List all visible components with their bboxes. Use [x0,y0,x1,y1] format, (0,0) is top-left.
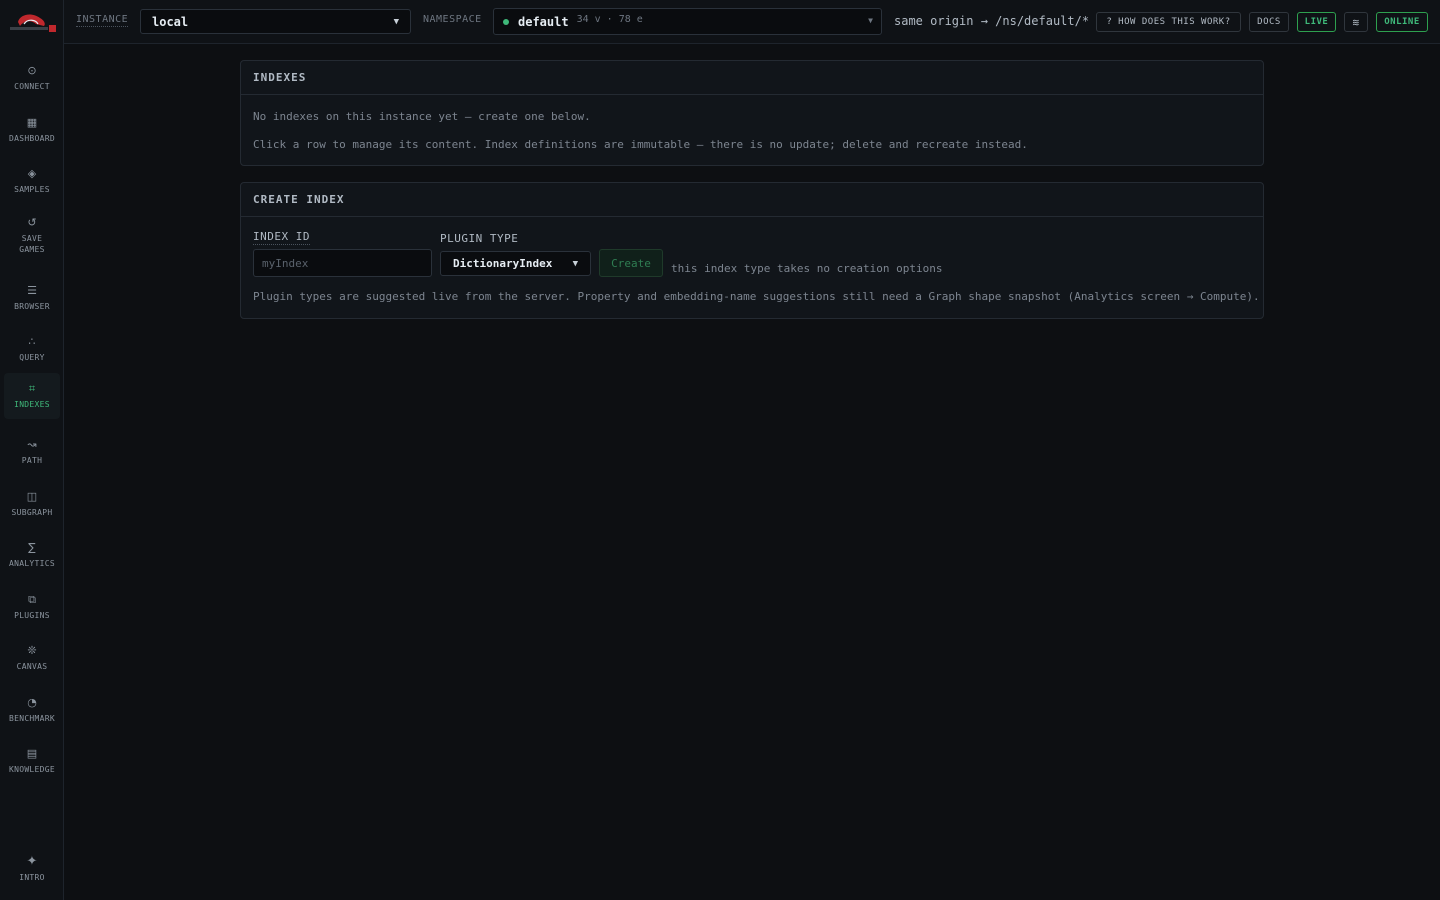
subgraph-icon: ◫ [26,490,38,503]
sidebar: ⊙ CONNECT ▦ DASHBOARD ◈ SAMPLES ↺ SAVE G… [0,0,64,900]
dashboard-icon: ▦ [26,116,38,129]
sidebar-item-dashboard[interactable]: ▦ DASHBOARD [4,107,60,153]
sidebar-item-label: INTRO [19,873,45,882]
knowledge-icon: ▤ [26,747,38,760]
plugin-type-select[interactable]: DictionaryIndex ▼ [440,251,591,276]
collapse-icon: ≋ [1352,15,1360,29]
sidebar-item-label: INDEXES [14,400,50,409]
sidebar-item-label: SUBGRAPH [11,508,53,517]
sidebar-item-label: CONNECT [14,82,50,91]
chevron-down-icon: ▼ [393,16,399,27]
live-toggle[interactable]: LIVE [1297,12,1336,32]
connect-icon: ⊙ [27,64,37,77]
sidebar-item-label: PATH [21,456,43,465]
sidebar-item-label: PLUGINS [14,611,50,620]
indexes-icon: ⌗ [28,382,36,395]
sidebar-item-analytics[interactable]: ∑ ANALYTICS [4,532,60,578]
empty-state-text: No indexes on this instance yet — create… [253,110,591,123]
namespace-label: NAMESPACE [423,14,482,25]
status-dot-icon [503,18,509,25]
plugin-footnote: Plugin types are suggested live from the… [253,290,1260,303]
create-index-panel-title: CREATE INDEX [241,183,1263,217]
instance-label: INSTANCE [76,14,129,27]
sidebar-item-subgraph[interactable]: ◫ SUBGRAPH [4,481,60,527]
instance-select[interactable]: local ▼ [140,9,411,34]
sidebar-item-path[interactable]: ↝ PATH [4,429,60,475]
sidebar-item-query[interactable]: ∴ QUERY [4,326,60,372]
plugins-icon: ⧉ [28,593,36,606]
top-bar: INSTANCE local ▼ NAMESPACE default 34 v … [64,0,1440,44]
sidebar-item-label: BENCHMARK [8,714,56,723]
path-icon: ↝ [27,438,37,451]
sidebar-item-label: ANALYTICS [8,559,56,568]
index-id-input[interactable] [253,249,432,277]
sidebar-item-label: DASHBOARD [8,134,56,143]
sidebar-item-label: CANVAS [16,662,48,671]
browser-icon: ☰ [27,284,37,297]
instance-value: local [152,14,189,29]
query-icon: ∴ [28,335,36,348]
sidebar-item-browser[interactable]: ☰ BROWSER [4,275,60,321]
canvas-icon: ❊ [27,644,37,657]
sparkle-icon: ✦ [26,854,38,869]
namespace-select[interactable]: default 34 v · 78 e ▼ [493,8,882,35]
sidebar-item-label: SAMPLES [14,185,50,194]
indexes-panel-title: INDEXES [241,61,1263,95]
app-root: ⊙ CONNECT ▦ DASHBOARD ◈ SAMPLES ↺ SAVE G… [0,0,1440,900]
sidebar-item-connect[interactable]: ⊙ CONNECT [4,55,60,101]
create-index-panel: CREATE INDEX INDEX ID PLUGIN TYPE Dictio… [240,182,1264,319]
sidebar-item-intro[interactable]: ✦ INTRO [4,846,60,892]
chevron-down-icon: ▼ [572,258,578,269]
sidebar-item-canvas[interactable]: ❊ CANVAS [4,635,60,681]
create-button[interactable]: Create [599,249,663,277]
sidebar-item-label: KNOWLEDGE [8,765,56,774]
sidebar-item-benchmark[interactable]: ◔ BENCHMARK [4,687,60,733]
samples-icon: ◈ [27,167,37,180]
analytics-icon: ∑ [28,541,36,554]
sidebar-item-knowledge[interactable]: ▤ KNOWLEDGE [4,738,60,784]
sidebar-item-samples[interactable]: ◈ SAMPLES [4,158,60,204]
docs-button[interactable]: DOCS [1249,12,1289,32]
indexes-panel: INDEXES No indexes on this instance yet … [240,60,1264,166]
logo [10,14,56,32]
index-id-label: INDEX ID [253,230,310,245]
origin-text: same origin → /ns/default/* [894,14,1090,28]
benchmark-icon: ◔ [27,696,37,709]
sidebar-item-label: SAVE GAMES [19,233,45,254]
caret-down-icon: ▼ [868,16,873,25]
indexes-help-text: Click a row to manage its content. Index… [253,138,1028,151]
sidebar-item-label: BROWSER [14,302,50,311]
namespace-value: default [518,14,569,29]
sidebar-item-plugins[interactable]: ⧉ PLUGINS [4,584,60,630]
save-games-icon: ↺ [27,215,37,229]
how-it-works-button[interactable]: ? HOW DOES THIS WORK? [1096,12,1241,32]
namespace-stats: 34 v · 78 e [576,14,643,25]
online-status-badge: ONLINE [1376,12,1428,32]
plugin-type-label: PLUGIN TYPE [440,232,519,245]
no-options-text: this index type takes no creation option… [671,262,943,275]
sidebar-item-label: QUERY [19,353,45,362]
sidebar-item-indexes[interactable]: ⌗ INDEXES [4,373,60,419]
sidebar-item-save-games[interactable]: ↺ SAVE GAMES [4,210,60,260]
theme-toggle[interactable]: ≋ [1344,12,1368,32]
plugin-type-value: DictionaryIndex [453,257,553,270]
